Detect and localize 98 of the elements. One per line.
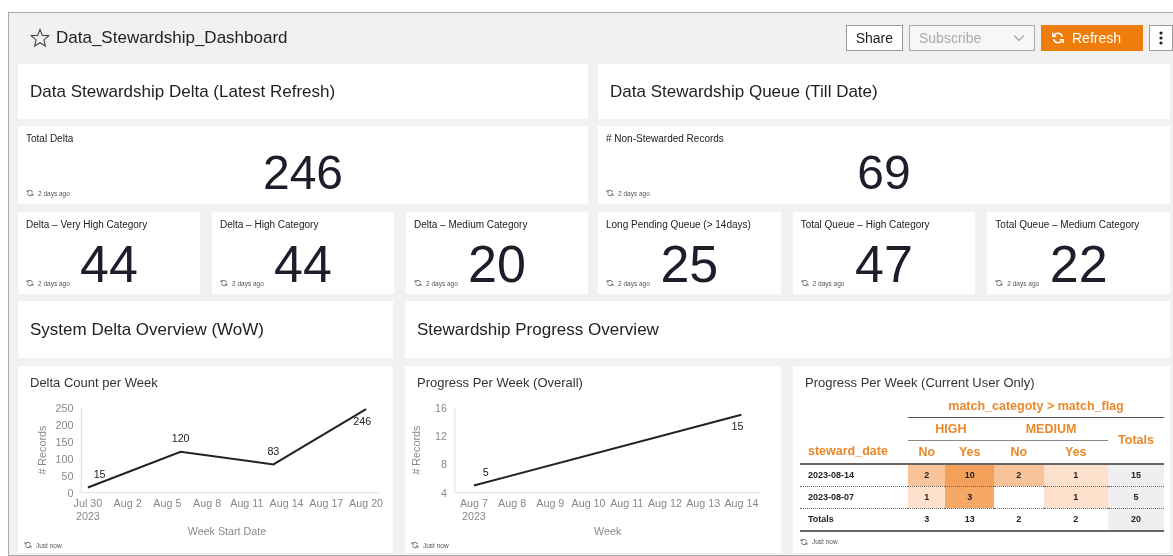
row-label: Totals — [800, 508, 908, 531]
axis-tick-label: Aug 10 — [571, 496, 606, 509]
share-button[interactable]: Share — [845, 25, 903, 51]
metric-value: 44 — [274, 241, 332, 288]
refresh-icon — [26, 279, 34, 287]
metric-value: 47 — [855, 241, 913, 288]
metric-value: 25 — [660, 241, 719, 288]
tile-label: Total Delta — [26, 133, 75, 144]
data-label: 15 — [731, 419, 744, 432]
column-header: Totals — [1108, 417, 1164, 464]
tile-label: Total Queue – High Category — [800, 219, 931, 230]
axis-title: # Records — [409, 425, 422, 475]
tile-label: Delta – Medium Category — [414, 219, 529, 230]
metric-value: 246 — [262, 150, 344, 194]
refresh-icon — [800, 537, 808, 546]
tile-label: Total Queue – Medium Category — [995, 219, 1141, 230]
column-group-title: match_categoty > match_flag — [908, 395, 1164, 417]
axis-tick-label: Aug 5 — [153, 496, 182, 509]
refresh-icon — [414, 279, 422, 287]
metric-value: 20 — [468, 241, 526, 288]
chart-title: Delta Count per Week — [30, 375, 159, 392]
axis-tick-label: Aug 17 — [309, 496, 344, 509]
heatmap-cell: 3 — [945, 486, 994, 508]
refresh-icon — [26, 189, 34, 197]
chart-title: Progress Per Week (Overall) — [417, 375, 584, 392]
refresh-icon — [24, 541, 32, 549]
axis-title: Week — [594, 524, 622, 537]
axis-tick-label: Aug 12 — [647, 496, 682, 509]
table-title: Progress Per Week (Current User Only) — [805, 375, 1036, 392]
kebab-menu-icon — [1159, 31, 1163, 45]
metric-value: 22 — [1049, 241, 1108, 288]
total-cell: 15 — [1108, 463, 1164, 486]
column-header: Yes — [1043, 440, 1108, 464]
refresh-icon — [220, 279, 228, 287]
axis-tick-label: 200 — [55, 418, 74, 431]
refresh-icon — [1051, 31, 1065, 45]
chevron-down-icon — [1013, 34, 1025, 42]
data-label: 83 — [267, 444, 280, 457]
total-cell: 3 — [908, 508, 946, 531]
axis-tick-label: Aug 14 — [724, 496, 759, 509]
tile-label: Long Pending Queue (> 14days) — [606, 219, 752, 230]
axis-tick-label: 8 — [441, 457, 447, 470]
tile-label: Delta – High Category — [220, 219, 320, 230]
star-icon[interactable] — [30, 28, 50, 48]
data-label: 120 — [171, 431, 190, 444]
axis-tick-label: 250 — [55, 401, 74, 414]
total-cell: 13 — [945, 508, 994, 531]
tile-label: Delta – Very High Category — [26, 219, 149, 230]
axis-tick-label: Aug 11 — [610, 496, 644, 509]
axis-tick-label: 150 — [55, 435, 74, 448]
data-label: 246 — [353, 414, 372, 427]
axis-tick-label: 16 — [435, 401, 447, 414]
refresh-icon — [800, 279, 809, 287]
refresh-button[interactable]: Refresh — [1041, 25, 1143, 51]
section-title: Data Stewardship Delta (Latest Refresh) — [30, 81, 336, 102]
refresh-icon — [411, 541, 419, 549]
section-title: System Delta Overview (WoW) — [30, 319, 264, 340]
total-cell: 2 — [993, 508, 1044, 531]
total-cell: 5 — [1108, 486, 1164, 508]
section-title: Stewardship Progress Overview — [417, 319, 659, 340]
refresh-icon — [995, 279, 1004, 287]
column-header: Yes — [945, 440, 994, 464]
metric-value: 69 — [857, 150, 911, 194]
heatmap-cell: 1 — [908, 486, 946, 508]
axis-tick-label: Aug 13 — [686, 496, 721, 509]
column-header: No — [993, 440, 1044, 464]
column-group-header: MEDIUM — [993, 417, 1108, 440]
tile-label: # Non-Stewarded Records — [606, 133, 725, 144]
axis-tick-label: 4 — [441, 486, 447, 499]
refresh-icon — [606, 279, 614, 287]
axis-tick-label: 0 — [67, 486, 74, 499]
axis-tick-label: Aug 20 — [349, 496, 384, 509]
metric-value: 44 — [80, 241, 138, 288]
axis-tick-label: Aug 9 — [536, 496, 565, 509]
heatmap-cell: 10 — [945, 463, 994, 486]
column-header: No — [908, 440, 946, 464]
data-label: 5 — [482, 465, 489, 478]
total-cell: 20 — [1108, 508, 1164, 531]
refresh-icon — [606, 189, 614, 197]
section-title: Data Stewardship Queue (Till Date) — [610, 81, 878, 102]
dashboard-title: Data_Stewardship_Dashboard — [56, 28, 289, 48]
heatmap-cell: 2 — [908, 463, 946, 486]
axis-tick-label: Aug 14 — [269, 496, 304, 509]
axis-title: # Records — [36, 425, 49, 475]
data-label: 15 — [93, 467, 106, 480]
axis-tick-label: 12 — [435, 429, 447, 442]
axis-tick-label: Aug 7 2023 — [459, 496, 488, 522]
row-header: steward_date — [800, 440, 908, 464]
more-options-button[interactable] — [1149, 25, 1173, 51]
axis-tick-label: Aug 8 — [498, 496, 527, 509]
axis-tick-label: Aug 11 — [230, 496, 264, 509]
axis-tick-label: Aug 2 — [113, 496, 142, 509]
axis-title: Week Start Date — [187, 524, 267, 537]
axis-tick-label: 50 — [61, 469, 74, 482]
axis-tick-label: Jul 30 2023 — [73, 496, 103, 522]
axis-tick-label: 100 — [55, 452, 74, 465]
axis-tick-label: Aug 8 — [193, 496, 222, 509]
column-group-header: HIGH — [908, 417, 994, 440]
